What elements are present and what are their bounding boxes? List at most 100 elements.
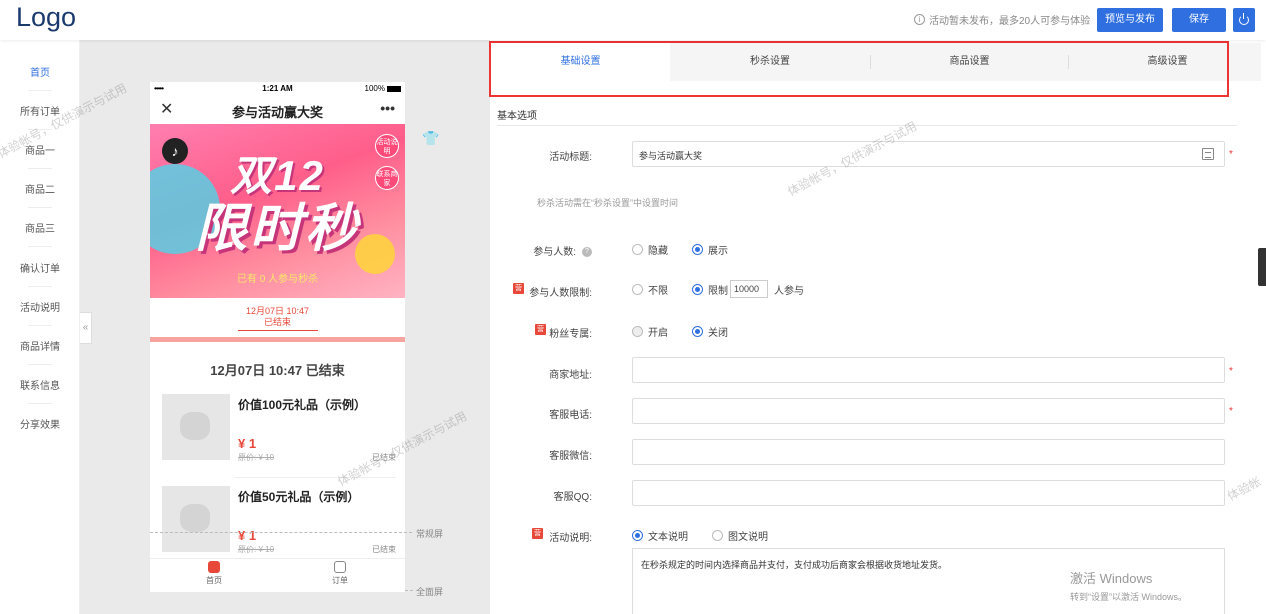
sidebar-item-contact[interactable]: 联系信息 (0, 377, 80, 392)
orders-icon (334, 561, 346, 573)
publish-hint-text: 活动暂未发布，最多20人可参与体验 (929, 16, 1091, 27)
product-price: ¥ 1 (238, 528, 257, 543)
participants-hide-option[interactable]: 隐藏 (632, 242, 668, 257)
product-original-price: 原价: ¥ 10 (238, 453, 275, 462)
preview-publish-button[interactable]: 预览与发布 (1097, 8, 1163, 32)
service-qq-input[interactable] (632, 480, 1225, 506)
radio-text-desc[interactable] (632, 530, 643, 541)
desc-image-option[interactable]: 图文说明 (712, 528, 768, 543)
radio-show[interactable] (692, 244, 703, 255)
limit-label: 参与人数限制: (529, 288, 592, 299)
product-divider (234, 477, 396, 478)
ended-title: 12月07日 10:47 已结束 (210, 363, 345, 378)
activity-title-label: 活动标题: (549, 152, 592, 163)
collapse-sidebar-button[interactable]: « (80, 312, 92, 344)
sidebar-divider (28, 207, 52, 208)
radio-limit[interactable] (692, 283, 703, 295)
radio-fans-off[interactable] (692, 326, 703, 337)
product-image (162, 394, 230, 460)
product-card[interactable]: 价值50元礼品（示例） ¥ 1 原价: ¥ 10 已结束 (162, 486, 396, 566)
theme-shirt-icon[interactable]: 👕 (422, 130, 440, 146)
radio-text-desc-label: 文本说明 (648, 532, 688, 543)
sidebar-divider (28, 286, 52, 287)
fans-radio-group: 开启 关闭 (632, 324, 752, 339)
full-screen-guide (405, 590, 413, 591)
sidebar-divider (28, 325, 52, 326)
sidebar-item-product-detail[interactable]: 商品详情 (0, 338, 80, 353)
product-status: 已结束 (372, 545, 396, 554)
phone-navbar: ✕ 参与活动赢大奖 ••• (150, 96, 405, 124)
desc-text-option[interactable]: 文本说明 (632, 528, 688, 543)
phone-tabbar: 首页 订单 (150, 558, 405, 592)
help-icon[interactable]: ? (582, 247, 592, 258)
activation-title: 激活 Windows (1070, 571, 1153, 586)
side-widget-handle[interactable] (1258, 248, 1266, 286)
activity-title-input[interactable]: 参与活动赢大奖 (632, 141, 1225, 167)
service-wechat-input[interactable] (632, 439, 1225, 465)
fans-off-option[interactable]: 关闭 (692, 324, 728, 339)
text-format-icon[interactable] (1202, 148, 1214, 160)
section-title: 基本选项 (497, 111, 537, 122)
limit-number-input[interactable]: 10000 (730, 280, 768, 298)
phone-preview: ••••• 1:21 AM 100% ✕ 参与活动赢大奖 ••• ♪ 活动说明 … (150, 82, 405, 592)
info-icon: i (914, 14, 925, 25)
phone-title: 参与活动赢大奖 (231, 105, 323, 120)
participants-label-text: 参与人数: (533, 247, 576, 258)
tab-home-label: 首页 (206, 576, 222, 585)
radio-unlimited-label: 不限 (648, 285, 668, 297)
service-wechat-label: 客服微信: (549, 451, 592, 462)
address-label: 商家地址: (549, 370, 592, 381)
tab-home[interactable]: 首页 (194, 561, 234, 586)
home-icon (208, 561, 220, 573)
limit-set-option[interactable]: 限制 (692, 282, 728, 297)
radio-fans-on-label: 开启 (648, 328, 668, 339)
publish-hint: i 活动暂未发布，最多20人可参与体验 (914, 12, 1090, 27)
radio-fans-on[interactable] (632, 326, 643, 337)
normal-screen-guide (150, 532, 412, 533)
normal-screen-label: 常规屏 (416, 529, 444, 539)
participants-label: 参与人数:? (492, 243, 592, 258)
sidebar-item-home[interactable]: 首页 (0, 64, 80, 79)
countdown: 12月07日 10:47 已结束 (150, 298, 405, 342)
power-button[interactable] (1233, 8, 1255, 32)
address-input[interactable] (632, 357, 1225, 383)
participants-show-option[interactable]: 展示 (692, 242, 728, 257)
sidebar-item-share[interactable]: 分享效果 (0, 416, 80, 431)
sidebar-divider (28, 168, 52, 169)
top-bar: Logo i 活动暂未发布，最多20人可参与体验 预览与发布 保存 (0, 0, 1266, 40)
full-screen-label: 全面屏 (416, 587, 444, 597)
countdown-status: 已结束 (263, 317, 291, 327)
product-price: ¥ 1 (238, 436, 257, 451)
radio-show-label: 展示 (708, 246, 728, 257)
windows-activation-notice: 激活 Windows 转到“设置”以激活 Windows。 (1070, 568, 1187, 603)
activity-title-value: 参与活动赢大奖 (639, 151, 703, 161)
service-phone-input[interactable] (632, 398, 1225, 424)
battery-indicator: 100% (365, 84, 401, 93)
sidebar-item-confirm-order[interactable]: 确认订单 (0, 260, 80, 275)
fans-on-option[interactable]: 开启 (632, 324, 668, 339)
sidebar-divider (28, 90, 52, 91)
tab-orders[interactable]: 订单 (320, 561, 360, 586)
radio-image-desc[interactable] (712, 530, 723, 541)
radio-image-desc-label: 图文说明 (728, 532, 768, 543)
fans-label: 粉丝专属: (549, 329, 592, 340)
sidebar-item-product-2[interactable]: 商品二 (0, 181, 80, 196)
countdown-underline (237, 330, 318, 331)
watermark: 体验帐 (1225, 474, 1264, 504)
sidebar-item-product-3[interactable]: 商品三 (0, 220, 80, 235)
sidebar-divider (28, 403, 52, 404)
radio-unlimited[interactable] (632, 283, 643, 295)
promo-banner: ♪ 活动说明 联系商家 双12 限时秒 已有 0 人参与秒杀 (150, 124, 405, 298)
section-divider (497, 125, 1237, 126)
battery-text: 100% (364, 84, 385, 93)
tab-orders-label: 订单 (332, 576, 348, 585)
limit-none-option[interactable]: 不限 (632, 282, 668, 297)
save-button[interactable]: 保存 (1172, 8, 1226, 32)
time-hint: 秒杀活动需在“秒杀设置”中设置时间 (537, 198, 678, 208)
radio-hide[interactable] (632, 244, 643, 255)
logo: Logo (16, 2, 77, 32)
sidebar-item-activity-desc[interactable]: 活动说明 (0, 299, 80, 314)
limit-unit: 人参与 (774, 285, 804, 297)
more-icon[interactable]: ••• (380, 100, 395, 116)
product-image (162, 486, 230, 552)
